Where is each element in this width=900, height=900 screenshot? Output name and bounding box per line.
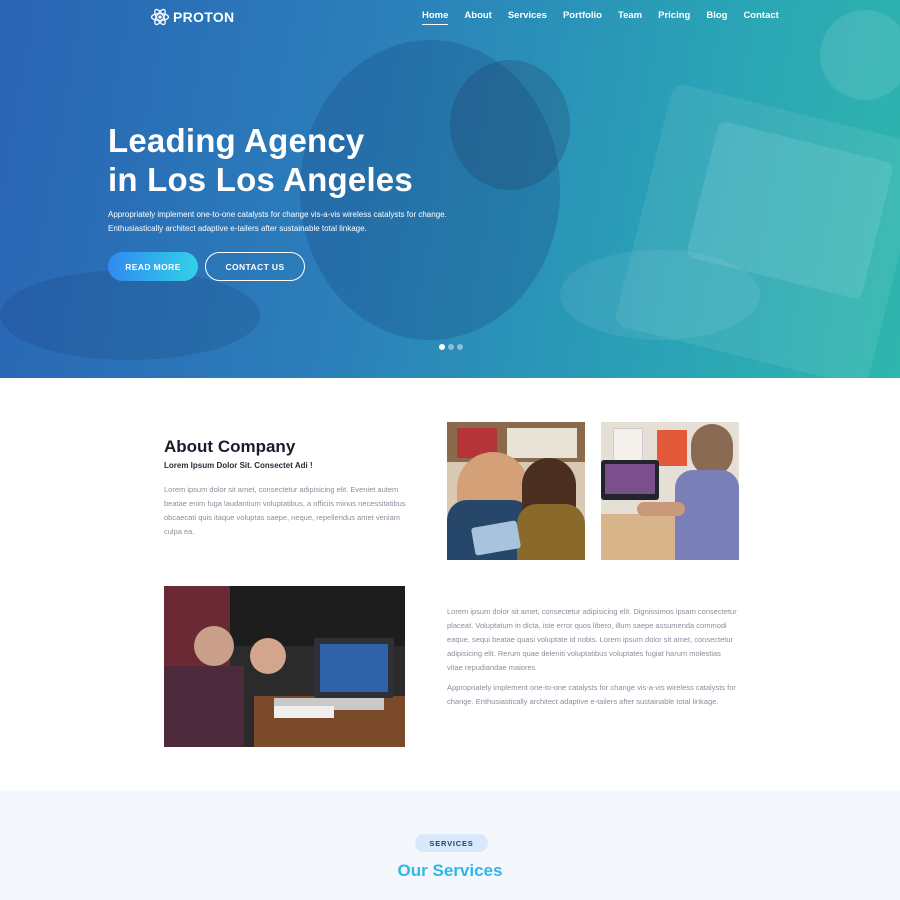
hero-section: PROTON Home About Services Portfolio Tea…	[0, 0, 900, 378]
slider-dots	[439, 344, 463, 350]
meeting-laptop-photo	[164, 586, 405, 747]
about-subtitle: Lorem Ipsum Dolor Sit. Consectet Adi !	[164, 461, 313, 470]
hero-title-line-1: Leading Agency	[108, 122, 365, 159]
nav-blog[interactable]: Blog	[706, 10, 727, 21]
nav-team[interactable]: Team	[618, 10, 642, 21]
about-detail-text-1: Lorem ipsum dolor sit amet, consectetur …	[447, 607, 737, 672]
about-detail-text-2: Appropriately implement one-to-one catal…	[447, 683, 736, 706]
nav-services[interactable]: Services	[508, 10, 547, 21]
man-laptop-photo	[601, 422, 739, 560]
nav-portfolio[interactable]: Portfolio	[563, 10, 602, 21]
hero-title-line-2: in Los Los Angeles	[108, 161, 413, 198]
atom-icon	[150, 8, 170, 26]
hero-title: Leading Agency in Los Los Angeles	[108, 121, 413, 199]
nav-about[interactable]: About	[464, 10, 491, 21]
hero-subtitle-line-2: Enthusiastically architect adaptive e-ta…	[108, 224, 367, 233]
nav-contact[interactable]: Contact	[743, 10, 778, 21]
read-more-button[interactable]: READ MORE	[108, 252, 198, 281]
services-title: Our Services	[397, 861, 503, 880]
about-title: About Company	[164, 437, 296, 456]
slider-dot-3[interactable]	[457, 344, 463, 350]
contact-us-button[interactable]: CONTACT US	[205, 252, 305, 281]
nav-pricing[interactable]: Pricing	[658, 10, 690, 21]
nav-home[interactable]: Home	[422, 10, 449, 25]
services-badge: SERVICES	[415, 834, 488, 852]
top-navigation: PROTON Home About Services Portfolio Tea…	[0, 0, 900, 34]
slider-dot-2[interactable]	[448, 344, 454, 350]
main-menu: Home About Services Portfolio Team Prici…	[422, 10, 795, 25]
hero-subtitle: Appropriately implement one-to-one catal…	[108, 208, 468, 236]
about-text: Lorem ipsum dolor sit amet, consectetur …	[164, 485, 406, 536]
team-tablet-photo	[447, 422, 585, 560]
hero-subtitle-line-1: Appropriately implement one-to-one catal…	[108, 210, 447, 219]
slider-dot-1[interactable]	[439, 344, 445, 350]
brand-name: PROTON	[173, 9, 235, 25]
brand-logo[interactable]: PROTON	[150, 7, 234, 27]
